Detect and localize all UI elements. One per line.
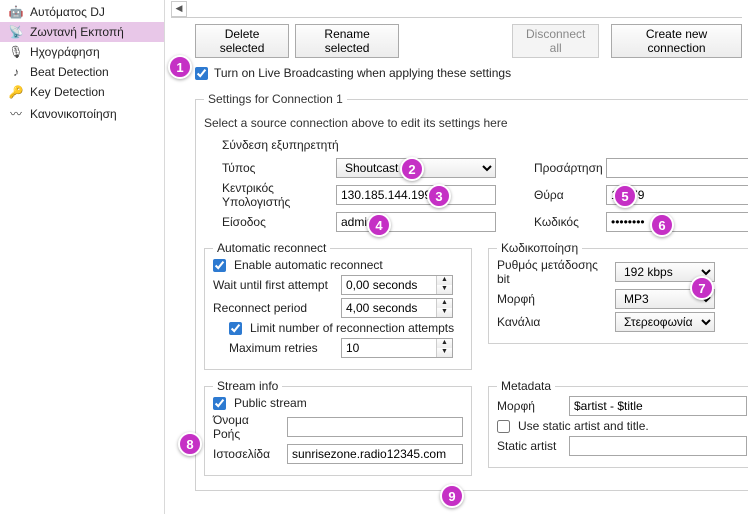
stream-website-input[interactable] <box>287 444 463 464</box>
max-retries-label: Maximum retries <box>229 341 333 355</box>
metadata-format-label: Μορφή <box>497 399 561 413</box>
sidebar-item-label: Αυτόματος DJ <box>30 5 105 19</box>
stream-name-input[interactable] <box>287 417 463 437</box>
password-input[interactable] <box>606 212 748 232</box>
metadata-legend: Metadata <box>497 379 555 393</box>
enable-live-broadcasting-label: Turn on Live Broadcasting when applying … <box>214 66 511 80</box>
sidebar-item-label: Ζωντανή Εκποπή <box>30 25 124 39</box>
sidebar-item-key-detection[interactable]: 🔑 Key Detection <box>0 82 164 102</box>
connection-settings-group: Settings for Connection 1 Select a sourc… <box>195 92 748 491</box>
metadata-group: Metadata Μορφή Use static artist and tit… <box>488 386 748 468</box>
broadcast-icon: 📡 <box>8 25 24 39</box>
enable-auto-reconnect-label: Enable automatic reconnect <box>234 258 383 272</box>
callout-7: 7 <box>690 276 714 300</box>
callout-8: 8 <box>178 432 202 456</box>
connection-settings-legend: Settings for Connection 1 <box>204 92 347 106</box>
connection-toolbar: Delete selected Rename selected Disconne… <box>165 18 748 62</box>
callout-4: 4 <box>367 213 391 237</box>
encoding-legend: Κωδικοποίηση <box>497 241 582 255</box>
mount-label: Προσάρτηση <box>534 161 598 175</box>
sidebar-item-live-broadcast[interactable]: 📡 Ζωντανή Εκποπή <box>0 22 164 42</box>
spin-up-icon[interactable]: ▲ <box>437 276 452 285</box>
port-label: Θύρα <box>534 188 598 202</box>
use-static-checkbox[interactable] <box>497 420 510 433</box>
type-label: Τύπος <box>222 161 328 175</box>
enable-live-broadcasting-checkbox[interactable] <box>195 67 208 80</box>
spin-down-icon[interactable]: ▼ <box>437 308 452 317</box>
sidebar-item-label: Ηχογράφηση <box>30 45 100 59</box>
public-stream-label: Public stream <box>234 396 307 410</box>
stream-legend: Stream info <box>213 379 282 393</box>
host-label: Κεντρικός Υπολογιστής <box>222 181 328 209</box>
waves-icon: 〰 <box>8 105 24 122</box>
sidebar-item-beat-detection[interactable]: ♪ Beat Detection <box>0 62 164 82</box>
robot-icon: 🤖 <box>8 5 24 19</box>
microphone-icon: 🎙 <box>8 45 24 59</box>
enable-auto-reconnect-checkbox[interactable] <box>213 259 226 272</box>
stream-info-group: Stream info Public stream Όνομα Ροής Ιστ… <box>204 386 472 476</box>
spin-down-icon[interactable]: ▼ <box>437 348 452 357</box>
login-label: Είσοδος <box>222 215 328 229</box>
wait-label: Wait until first attempt <box>213 278 333 292</box>
callout-6: 6 <box>650 213 674 237</box>
server-connection-title: Σύνδεση εξυπηρετητή <box>222 138 748 152</box>
wait-spinner[interactable]: ▲▼ <box>341 275 453 295</box>
host-input[interactable] <box>336 185 496 205</box>
main-panel: ◀ Delete selected Rename selected Discon… <box>165 0 748 514</box>
use-static-label: Use static artist and title. <box>518 419 649 433</box>
automatic-reconnect-group: Automatic reconnect Enable automatic rec… <box>204 248 472 370</box>
stream-website-label: Ιστοσελίδα <box>213 447 279 461</box>
disconnect-all-button[interactable]: Disconnect all <box>512 24 599 58</box>
callout-9: 9 <box>440 484 464 508</box>
sidebar-item-autodj[interactable]: 🤖 Αυτόματος DJ <box>0 2 164 22</box>
stream-name-label: Όνομα Ροής <box>213 413 279 441</box>
mount-input[interactable] <box>606 158 748 178</box>
limit-reconnect-label: Limit number of reconnection attempts <box>250 321 454 335</box>
period-spinner[interactable]: ▲▼ <box>341 298 453 318</box>
sidebar-item-recording[interactable]: 🎙 Ηχογράφηση <box>0 42 164 62</box>
channels-label: Κανάλια <box>497 315 607 329</box>
callout-2: 2 <box>400 157 424 181</box>
sidebar-item-normalization[interactable]: 〰 Κανονικοποίηση <box>0 102 164 125</box>
beat-icon: ♪ <box>8 65 24 79</box>
sidebar-item-label: Key Detection <box>30 85 105 99</box>
login-input[interactable] <box>336 212 496 232</box>
spin-down-icon[interactable]: ▼ <box>437 285 452 294</box>
callout-5: 5 <box>613 184 637 208</box>
scroll-left-icon[interactable]: ◀ <box>171 1 187 17</box>
channels-select[interactable]: Στερεοφωνία <box>615 312 715 332</box>
public-stream-checkbox[interactable] <box>213 397 226 410</box>
period-label: Reconnect period <box>213 301 333 315</box>
settings-help-text: Select a source connection above to edit… <box>204 116 748 130</box>
sidebar-item-label: Κανονικοποίηση <box>30 107 117 121</box>
sidebar: 🤖 Αυτόματος DJ 📡 Ζωντανή Εκποπή 🎙 Ηχογρά… <box>0 0 165 514</box>
callout-3: 3 <box>427 184 451 208</box>
horizontal-scrollbar[interactable]: ◀ <box>171 0 742 18</box>
bitrate-label: Ρυθμός μετάδοσης bit <box>497 258 607 286</box>
delete-selected-button[interactable]: Delete selected <box>195 24 289 58</box>
key-icon: 🔑 <box>8 85 24 99</box>
format-label: Μορφή <box>497 292 607 306</box>
sidebar-item-label: Beat Detection <box>30 65 109 79</box>
max-retries-spinner[interactable]: ▲▼ <box>341 338 453 358</box>
callout-1: 1 <box>168 55 192 79</box>
limit-reconnect-checkbox[interactable] <box>229 322 242 335</box>
static-artist-label: Static artist <box>497 439 561 453</box>
spin-up-icon[interactable]: ▲ <box>437 299 452 308</box>
create-new-connection-button[interactable]: Create new connection <box>611 24 742 58</box>
rename-selected-button[interactable]: Rename selected <box>295 24 399 58</box>
password-label: Κωδικός <box>534 215 598 229</box>
spin-up-icon[interactable]: ▲ <box>437 339 452 348</box>
reconnect-legend: Automatic reconnect <box>213 241 330 255</box>
metadata-format-input[interactable] <box>569 396 747 416</box>
static-artist-input[interactable] <box>569 436 747 456</box>
